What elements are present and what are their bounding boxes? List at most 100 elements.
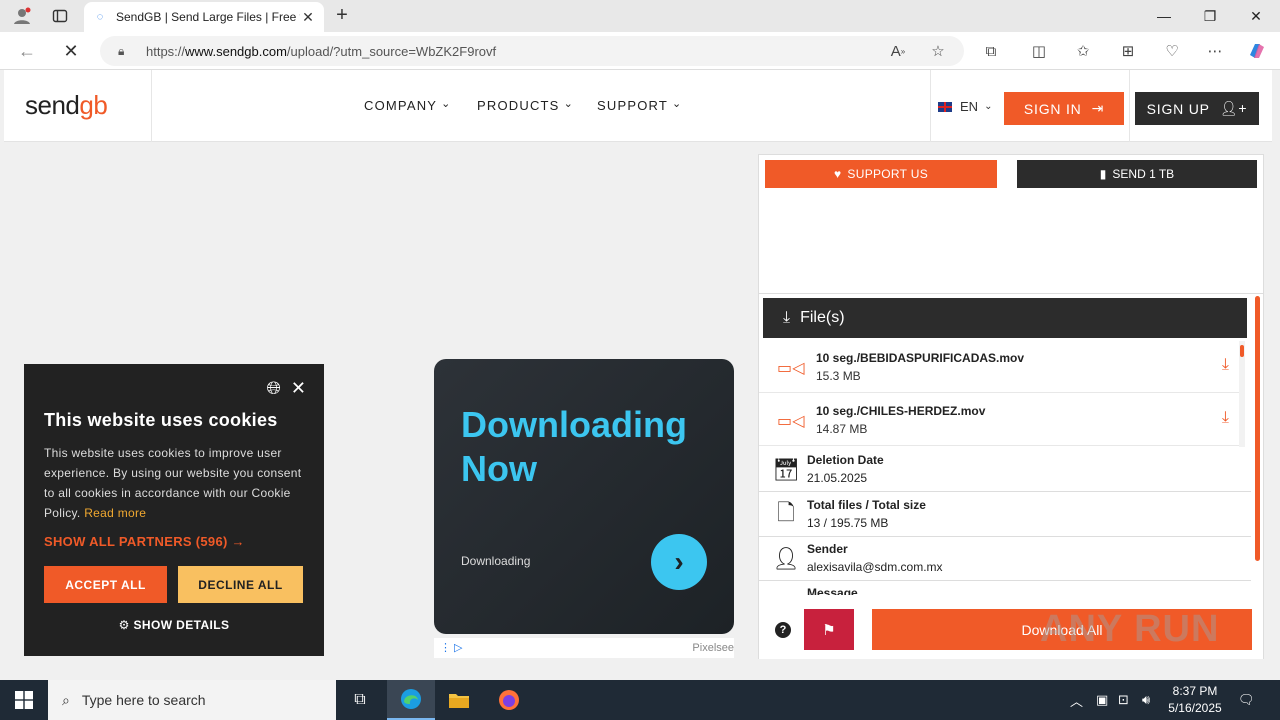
notifications-icon[interactable]: 🗨︎ [1238,680,1255,720]
chevron-right-icon[interactable]: › [651,534,707,590]
info-value: alexisavila@sdm.com.mx [807,560,943,574]
profile-icon[interactable] [10,4,34,28]
tab-actions-icon[interactable] [48,4,72,28]
nav-support[interactable]: SUPPORT [597,98,682,113]
globe-icon[interactable]: 🌐︎ [267,378,281,399]
page-scrollbar[interactable] [1272,70,1280,678]
sign-in-button[interactable]: SIGN IN ⇥ [1004,92,1124,125]
files-scrollbar[interactable] [1239,341,1245,447]
support-us-button[interactable]: ♥ SUPPORT US [765,160,997,188]
minimize-button[interactable]: — [1141,0,1187,32]
restore-button[interactable]: ❐ [1187,0,1233,32]
close-window-button[interactable]: ✕ [1233,0,1279,32]
firefox-icon[interactable] [485,680,533,720]
files-header: ⤓ File(s) [763,298,1247,338]
divider [930,70,931,142]
close-tab-icon[interactable]: ✕ [300,9,316,26]
favorite-star-icon[interactable]: ☆ [926,39,950,63]
file-row: ▭◁ 10 seg./CHILES-HERDEZ.mov 14.87 MB ⤓ [759,394,1239,446]
download-file-icon[interactable]: ⤓ [1222,409,1229,427]
nav-company[interactable]: COMPANY [364,98,452,113]
divider [1129,70,1130,142]
read-aloud-icon[interactable]: A» [886,39,910,63]
calendar-icon: 📅︎ [772,457,800,482]
sender-row: 👤︎ Sender alexisavila@sdm.com.mx [759,537,1251,581]
ad-headline-line2: Now [461,448,537,489]
nav-products[interactable]: PRODUCTS [477,98,574,113]
uk-flag-icon [938,101,952,112]
page-viewport: sendgb COMPANY PRODUCTS SUPPORT EN ⌄ SIG… [4,70,1272,678]
file-size: 14.87 MB [816,422,868,436]
address-toolbar: ← ✕ 🔒︎ https://www.sendgb.com/upload/?ut… [0,32,1280,70]
split-screen-icon[interactable]: ◫ [1027,39,1051,63]
show-details-button[interactable]: ⚙ SHOW DETAILS [24,618,324,632]
files-header-label: File(s) [800,309,845,326]
close-icon[interactable]: ✕ [291,378,306,399]
show-partners-link[interactable]: SHOW ALL PARTNERS (596) → [44,534,245,549]
collections-icon[interactable]: ⊞ [1116,39,1140,63]
browser-tab-active[interactable]: ◌ SendGB | Send Large Files | Free f ✕ [84,2,324,32]
network-icon[interactable]: ⊡ [1118,680,1129,720]
start-button[interactable] [0,680,48,720]
advertisement[interactable]: Downloading Now Downloading › [434,359,734,634]
decline-all-button[interactable]: DECLINE ALL [178,566,303,603]
send-1tb-label: SEND 1 TB [1112,167,1175,181]
ad-subtext: Downloading [461,554,531,568]
ad-headline-line1: Downloading [461,404,687,445]
url-prefix: https:// [146,43,186,59]
divider [151,70,152,142]
info-value: 21.05.2025 [807,471,868,485]
tab-title: SendGB | Send Large Files | Free f [116,10,300,24]
clock-date: 5/16/2025 [1168,701,1222,715]
divider [759,293,1263,294]
adchoices-icon[interactable]: ⋮ ▷ [440,641,463,654]
send-1tb-button[interactable]: ▮ SEND 1 TB [1017,160,1257,188]
favorites-icon[interactable]: ✩ [1071,39,1095,63]
download-file-icon[interactable]: ⤓ [1222,356,1229,374]
url-path: /upload/?utm_source=WbZK2F9rovf [286,43,497,59]
support-us-label: SUPPORT US [847,167,928,181]
windows-taskbar: ⌕ Type here to search ⧉ ︿ ▣ ⊡ 🔊︎ 8:37 PM… [0,680,1280,720]
file-explorer-icon[interactable] [435,680,483,720]
clock[interactable]: 8:37 PM 5/16/2025 [1160,683,1230,717]
sign-up-label: SIGN UP [1146,100,1210,117]
settings-more-icon[interactable]: ⋯ [1203,39,1227,63]
info-value: 13 / 195.75 MB [807,516,889,530]
accept-all-button[interactable]: ACCEPT ALL [44,566,167,603]
anyrun-watermark: ANY RUN [1040,608,1220,650]
task-view-icon[interactable]: ⧉ [336,680,384,720]
show-hidden-icons[interactable]: ︿ [1070,680,1083,720]
sendgb-logo[interactable]: sendgb [25,90,108,121]
extensions-icon[interactable]: ⧉ [979,39,1003,63]
report-flag-button[interactable]: ⚑ [804,609,854,650]
cookie-title: This website uses cookies [44,410,278,430]
read-more-link[interactable]: Read more [84,506,146,520]
edge-taskbar-icon[interactable] [387,680,435,720]
video-file-icon: ▭◁ [777,413,805,430]
browser-essentials-icon[interactable]: ♡ [1160,39,1184,63]
stop-loading-button[interactable]: ✕ [58,39,84,63]
info-label: Deletion Date [807,453,884,467]
sign-up-button[interactable]: SIGN UP 👤︎+ [1135,92,1259,125]
chevron-down-icon: ⌄ [984,101,993,112]
cookie-text: This website uses cookies to improve use… [44,443,306,523]
language-label: EN [960,99,979,114]
device-icon[interactable]: ▣ [1096,680,1108,720]
add-user-icon: 👤︎+ [1219,100,1248,116]
language-selector[interactable]: EN ⌄ [938,99,992,114]
help-icon[interactable]: ? [775,622,791,638]
loading-icon: ◌ [96,11,104,23]
heart-icon: ♥ [833,167,842,181]
file-name: 10 seg./CHILES-HERDEZ.mov [816,404,986,418]
back-button[interactable]: ← [14,39,40,63]
sign-in-icon: ⇥ [1091,100,1105,116]
clock-time: 8:37 PM [1172,684,1218,698]
url-field[interactable]: 🔒︎ https://www.sendgb.com/upload/?utm_so… [100,36,964,66]
copilot-icon[interactable] [1245,39,1269,63]
volume-icon[interactable]: 🔊︎ [1142,680,1150,720]
url-domain: www.sendgb.com [185,43,287,59]
browser-tab-bar: ◌ SendGB | Send Large Files | Free f ✕ +… [0,0,1280,32]
panel-scrollbar[interactable] [1253,296,1261,561]
taskbar-search[interactable]: ⌕ Type here to search [48,680,336,720]
new-tab-button[interactable]: + [330,4,354,28]
